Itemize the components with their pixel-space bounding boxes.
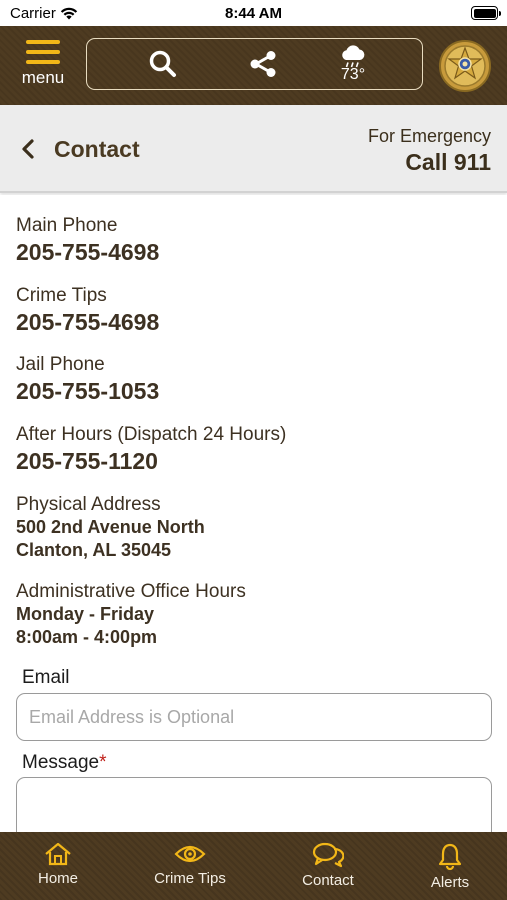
after-hours-block: After Hours (Dispatch 24 Hours) 205-755-… (16, 424, 286, 476)
email-field[interactable] (16, 693, 492, 741)
page-title-bar: Contact For Emergency Call 911 (0, 105, 507, 193)
app-screen: Carrier 8:44 AM menu 73° Contact For Eme… (0, 0, 507, 900)
message-label-text: Message (22, 752, 100, 773)
search-button[interactable] (135, 39, 191, 89)
nav-crime-tips-label: Crime Tips (154, 870, 226, 887)
bottom-navigation: Home Crime Tips Contact Alerts (0, 832, 507, 900)
bell-icon (438, 843, 462, 870)
app-header: menu 73° (0, 26, 507, 105)
emergency-call-911[interactable]: Call 911 (368, 147, 491, 177)
emergency-label: For Emergency (367, 126, 491, 146)
chat-bubbles-icon (312, 842, 344, 868)
emergency-callout[interactable]: For Emergency Call 911 (368, 125, 491, 177)
nav-crime-tips[interactable]: Crime Tips (140, 832, 240, 900)
share-button[interactable] (235, 39, 291, 89)
nav-home[interactable]: Home (8, 832, 108, 900)
main-phone-label: Main Phone (16, 215, 118, 236)
office-hours-label: Administrative Office Hours (16, 581, 246, 602)
message-field-label: Message* (22, 752, 107, 774)
eye-icon (174, 845, 206, 863)
share-icon (250, 51, 276, 77)
nav-contact[interactable]: Contact (278, 832, 378, 900)
search-icon (149, 50, 176, 77)
after-hours-number[interactable]: 205-755-1120 (16, 446, 286, 476)
page-title: Contact (54, 135, 140, 162)
main-phone-number[interactable]: 205-755-4698 (16, 237, 159, 267)
email-label-text: Email (22, 667, 70, 688)
nav-alerts-label: Alerts (430, 874, 470, 891)
crime-tips-number[interactable]: 205-755-4698 (16, 307, 159, 337)
header-toolbar: 73° (86, 38, 423, 90)
menu-button[interactable]: menu (16, 38, 70, 92)
status-bar: Carrier 8:44 AM (0, 0, 507, 26)
jail-phone-number[interactable]: 205-755-1053 (16, 376, 159, 406)
menu-icon (26, 40, 60, 70)
menu-label: menu (21, 68, 65, 87)
office-hours-time: 8:00am - 4:00pm (16, 627, 158, 647)
weather-temperature: 73° (340, 66, 366, 83)
nav-home-label: Home (37, 870, 78, 887)
sheriff-star-badge[interactable] (438, 39, 492, 93)
physical-address-block: Physical Address 500 2nd Avenue North Cl… (16, 494, 205, 562)
jail-phone-label: Jail Phone (16, 354, 105, 375)
home-icon (45, 842, 71, 866)
address-line-1[interactable]: 500 2nd Avenue North (16, 516, 205, 539)
office-hours-days: Monday - Friday (16, 604, 155, 624)
address-line-2[interactable]: Clanton, AL 35045 (16, 539, 205, 562)
message-field[interactable] (16, 777, 492, 832)
jail-phone-block: Jail Phone 205-755-1053 (16, 354, 159, 406)
office-hours-block: Administrative Office Hours Monday - Fri… (16, 581, 246, 649)
after-hours-label: After Hours (Dispatch 24 Hours) (16, 424, 287, 445)
contact-content: Main Phone 205-755-4698 Crime Tips 205-7… (0, 195, 507, 832)
email-field-label: Email (22, 667, 70, 689)
back-button[interactable]: Contact (18, 133, 168, 165)
main-phone-block: Main Phone 205-755-4698 (16, 215, 159, 267)
required-asterisk: * (99, 752, 107, 773)
nav-contact-label: Contact (302, 872, 354, 889)
weather-button[interactable]: 73° (325, 39, 381, 89)
crime-tips-block: Crime Tips 205-755-4698 (16, 285, 159, 337)
crime-tips-label: Crime Tips (16, 285, 107, 306)
nav-alerts[interactable]: Alerts (400, 832, 500, 900)
battery-icon (471, 6, 501, 20)
physical-address-label: Physical Address (16, 494, 161, 515)
status-time: 8:44 AM (225, 5, 282, 22)
chevron-left-icon (22, 139, 34, 159)
